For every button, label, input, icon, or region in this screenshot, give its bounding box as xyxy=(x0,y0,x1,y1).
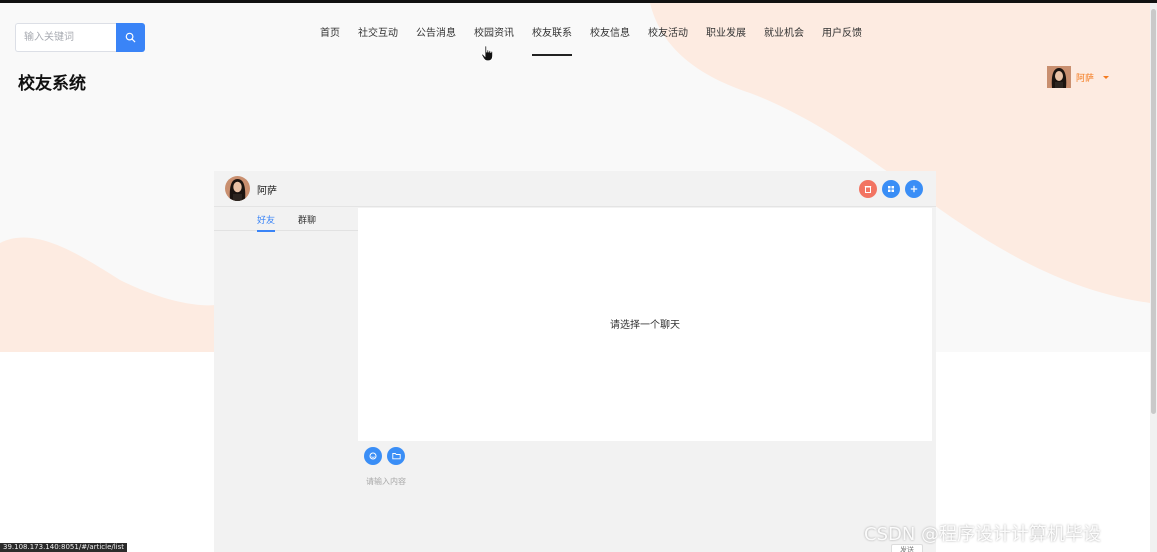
user-menu[interactable]: 阿萨 xyxy=(1047,66,1110,88)
nav-item-alumni-events[interactable]: 校友活动 xyxy=(639,25,697,55)
chat-avatar xyxy=(225,176,250,201)
main-nav: 首页 社交互动 公告消息 校园资讯 校友联系 校友信息 校友活动 职业发展 就业… xyxy=(311,25,871,56)
chat-tabs: 好友 群聊 xyxy=(214,208,358,232)
chat-contact-name: 阿萨 xyxy=(257,186,277,197)
site-title: 校友系统 xyxy=(18,74,86,94)
plus-icon xyxy=(910,185,918,193)
emoji-button[interactable] xyxy=(364,447,382,465)
grid-button[interactable] xyxy=(882,180,900,198)
caret-down-icon xyxy=(1103,75,1110,79)
tab-friends[interactable]: 好友 xyxy=(257,213,276,232)
delete-icon xyxy=(864,186,872,193)
status-bar-url: 39.108.173.140:8051/#/article/list xyxy=(0,543,128,552)
scrollbar-thumb[interactable] xyxy=(1151,9,1156,414)
add-button[interactable] xyxy=(905,180,923,198)
nav-item-feedback[interactable]: 用户反馈 xyxy=(813,25,871,55)
chat-sidebar: 好友 群聊 xyxy=(214,208,358,552)
nav-item-alumni-contact[interactable]: 校友联系 xyxy=(523,25,581,56)
message-input[interactable] xyxy=(366,471,906,491)
tab-groups[interactable]: 群聊 xyxy=(298,213,316,226)
search-button[interactable] xyxy=(116,23,145,52)
nav-item-announcements[interactable]: 公告消息 xyxy=(407,25,465,55)
chat-window: 阿萨 好友 群聊 请选择一个聊天 请输入内容 发送 xyxy=(214,171,936,552)
search-bar xyxy=(15,23,145,52)
user-avatar xyxy=(1047,66,1071,88)
nav-item-jobs[interactable]: 就业机会 xyxy=(755,25,813,55)
emoji-icon xyxy=(369,452,377,460)
nav-item-home[interactable]: 首页 xyxy=(311,25,349,55)
chat-header: 阿萨 xyxy=(214,171,936,207)
watermark-text: CSDN @程序设计计算机毕设 xyxy=(864,524,1102,545)
delete-button[interactable] xyxy=(859,180,877,198)
grid-icon xyxy=(888,186,894,192)
file-button[interactable] xyxy=(387,447,405,465)
user-name: 阿萨 xyxy=(1076,73,1095,84)
empty-chat-text: 请选择一个聊天 xyxy=(610,320,680,331)
search-input[interactable] xyxy=(15,23,116,52)
nav-item-alumni-info[interactable]: 校友信息 xyxy=(581,25,639,55)
nav-item-career[interactable]: 职业发展 xyxy=(697,25,755,55)
page-scrollbar[interactable] xyxy=(1150,3,1157,552)
chat-message-panel: 请选择一个聊天 xyxy=(358,208,932,441)
decorative-blob-left xyxy=(0,225,215,352)
nav-item-social[interactable]: 社交互动 xyxy=(349,25,407,55)
search-icon xyxy=(125,32,136,43)
folder-icon xyxy=(391,453,401,460)
hand-cursor-icon xyxy=(481,45,495,66)
